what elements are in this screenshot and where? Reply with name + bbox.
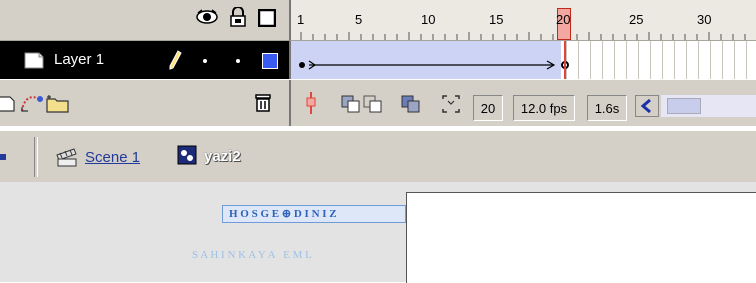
layers-header [0, 0, 289, 41]
outline-square-icon[interactable] [257, 8, 277, 30]
start-keyframe[interactable] [299, 62, 305, 68]
chevron-left-icon [640, 98, 651, 114]
insert-folder-icon[interactable] [46, 94, 70, 117]
center-frame-icon[interactable] [305, 92, 317, 117]
text-line-2[interactable]: S A H I N K A Y A E M L [192, 249, 312, 261]
scene-icon [56, 147, 78, 170]
add-motion-guide-icon[interactable] [20, 93, 44, 116]
visible-dot[interactable] [203, 59, 207, 63]
scrollbar-thumb[interactable] [667, 98, 701, 114]
insert-layer-icon[interactable] [0, 95, 16, 116]
lock-dot[interactable] [236, 59, 240, 63]
edit-bar: Scene 1 yazi2 [0, 130, 756, 183]
lock-icon[interactable] [230, 6, 246, 30]
onion-skin-icon[interactable] [341, 95, 361, 116]
ruler-label-30: 30 [697, 12, 712, 27]
pencil-icon [168, 50, 182, 73]
frames-row[interactable] [289, 41, 756, 79]
playhead[interactable]: 20 [556, 8, 571, 40]
ruler-label-5: 5 [355, 12, 363, 27]
current-frame-field[interactable]: 20 [473, 95, 503, 121]
horizontal-scrollbar[interactable] [661, 95, 756, 117]
layer-name[interactable]: Layer 1 [54, 51, 104, 68]
onion-skin-outlines-icon[interactable] [363, 95, 383, 116]
scene-link[interactable]: Scene 1 [85, 149, 140, 166]
edit-multiple-frames-icon[interactable] [401, 95, 421, 116]
ruler-label-15: 15 [489, 12, 504, 27]
ruler-label-25: 25 [629, 12, 644, 27]
stage[interactable] [406, 192, 756, 283]
back-arrow-icon[interactable] [0, 154, 6, 160]
layer-tools-bar [0, 80, 289, 126]
eye-icon[interactable] [196, 9, 218, 28]
motion-tween-arrow [308, 60, 556, 70]
modify-onion-markers-icon[interactable] [441, 95, 461, 116]
frame-ruler[interactable]: 1 5 10 15 20 25 30 [289, 0, 756, 41]
crumb-separator [34, 137, 38, 177]
layer-row-layer-1[interactable]: Layer 1 [0, 41, 289, 79]
trash-icon[interactable] [254, 93, 272, 116]
playhead-frame-label: 20 [556, 12, 571, 27]
symbol-label[interactable]: yazi2 [204, 148, 241, 165]
playhead-line [564, 41, 566, 79]
ruler-label-1: 1 [297, 12, 305, 27]
layer-page-icon [24, 51, 44, 72]
text-line-1: H O S G E ⊕ D I N I Z [229, 208, 337, 220]
frame-rate-field[interactable]: 12.0 fps [513, 95, 575, 121]
movieclip-symbol-icon [177, 145, 197, 168]
timeline-status-bar: 20 12.0 fps 1.6s [289, 80, 756, 126]
selected-text-box[interactable]: H O S G E ⊕ D I N I Z [222, 205, 406, 223]
scroll-left-button[interactable] [635, 95, 659, 117]
elapsed-time-field[interactable]: 1.6s [587, 95, 627, 121]
ruler-label-10: 10 [421, 12, 436, 27]
outline-swatch[interactable] [262, 53, 278, 69]
